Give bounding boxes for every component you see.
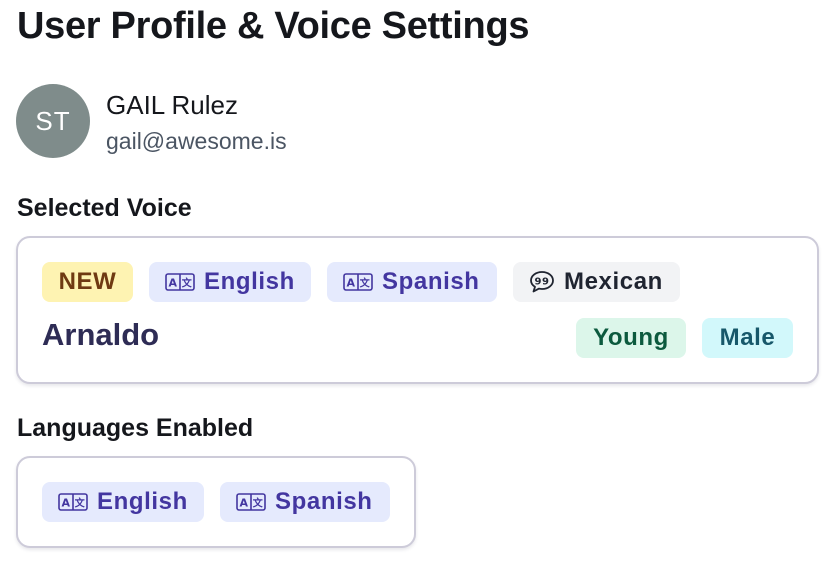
language-translate-icon: A文 <box>343 273 373 291</box>
voice-age-label: Young <box>593 324 669 351</box>
svg-text:文: 文 <box>182 277 193 290</box>
voice-age-chip: Young <box>576 318 686 358</box>
svg-text:99: 99 <box>534 277 549 288</box>
avatar: ST <box>16 84 90 158</box>
voice-language-label: English <box>204 268 295 295</box>
selected-voice-card[interactable] <box>16 236 819 384</box>
voice-accent-label: Mexican <box>564 268 663 295</box>
user-name: GAIL Rulez <box>106 90 238 120</box>
svg-text:A: A <box>61 497 70 510</box>
language-translate-icon: A文 <box>236 493 266 511</box>
voice-accent-chip: 99 Mexican <box>513 262 680 302</box>
voice-gender-chip: Male <box>702 318 793 358</box>
enabled-language-label: Spanish <box>275 488 373 515</box>
enabled-language-label: English <box>97 488 188 515</box>
user-email: gail@awesome.is <box>106 128 287 154</box>
voice-language-label: Spanish <box>382 268 480 295</box>
svg-text:文: 文 <box>75 497 86 510</box>
languages-enabled-heading: Languages Enabled <box>17 414 254 442</box>
language-translate-icon: A文 <box>165 273 195 291</box>
new-badge-label: NEW <box>58 268 117 295</box>
enabled-language-chip-spanish[interactable]: A文 Spanish <box>220 482 390 522</box>
voice-language-chip-spanish: A文 Spanish <box>327 262 497 302</box>
svg-text:文: 文 <box>253 497 264 510</box>
speech-bubble-quote-icon: 99 <box>529 270 555 294</box>
voice-gender-label: Male <box>719 324 776 351</box>
voice-name: Arnaldo <box>42 317 160 352</box>
selected-voice-heading: Selected Voice <box>17 194 192 222</box>
svg-text:A: A <box>239 497 248 510</box>
new-badge: NEW <box>42 262 133 302</box>
page-title: User Profile & Voice Settings <box>17 5 530 47</box>
svg-text:文: 文 <box>360 277 371 290</box>
svg-text:A: A <box>168 277 177 290</box>
svg-text:A: A <box>346 277 355 290</box>
language-translate-icon: A文 <box>58 493 88 511</box>
voice-language-chip-english: A文 English <box>149 262 311 302</box>
enabled-language-chip-english[interactable]: A文 English <box>42 482 204 522</box>
